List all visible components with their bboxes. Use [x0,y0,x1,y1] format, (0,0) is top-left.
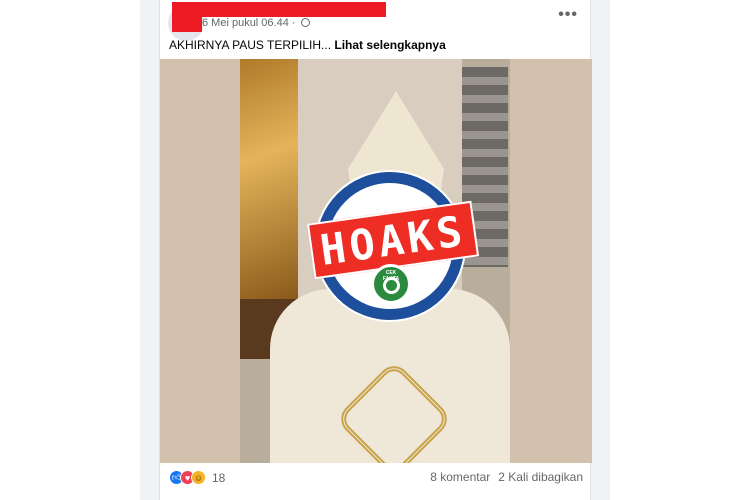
post-caption: AKHIRNYA PAUS TERPILIH... Lihat selengka… [169,38,446,52]
caption-text: AKHIRNYA PAUS TERPILIH... [169,38,335,52]
see-more-link[interactable]: Lihat selengkapnya [334,38,445,52]
comments-link[interactable]: 8 komentar [430,470,490,484]
post-timestamp[interactable]: 6 Mei pukul 06.44 · [202,17,310,29]
post-footer: 👍︎ ♥ ☺ 18 8 komentar 2 Kali dibagikan [160,463,592,493]
haha-icon: ☺ [191,470,206,485]
redaction-bar [172,2,386,17]
check-icon [383,277,400,294]
gold-angel-panel [240,59,298,299]
fact-check-seal: CEK FAKTA [371,264,411,304]
globe-icon [300,18,310,27]
post-header: 6 Mei pukul 06.44 · ••• AKHIRNYA PAUS TE… [160,0,592,58]
reactions-summary[interactable]: 👍︎ ♥ ☺ 18 [169,470,225,485]
shares-link[interactable]: 2 Kali dibagikan [498,470,583,484]
redaction-bar [172,14,202,32]
reaction-count: 18 [212,470,226,485]
post-stats: 8 komentar 2 Kali dibagikan [430,470,583,484]
more-options-icon[interactable]: ••• [558,6,578,24]
